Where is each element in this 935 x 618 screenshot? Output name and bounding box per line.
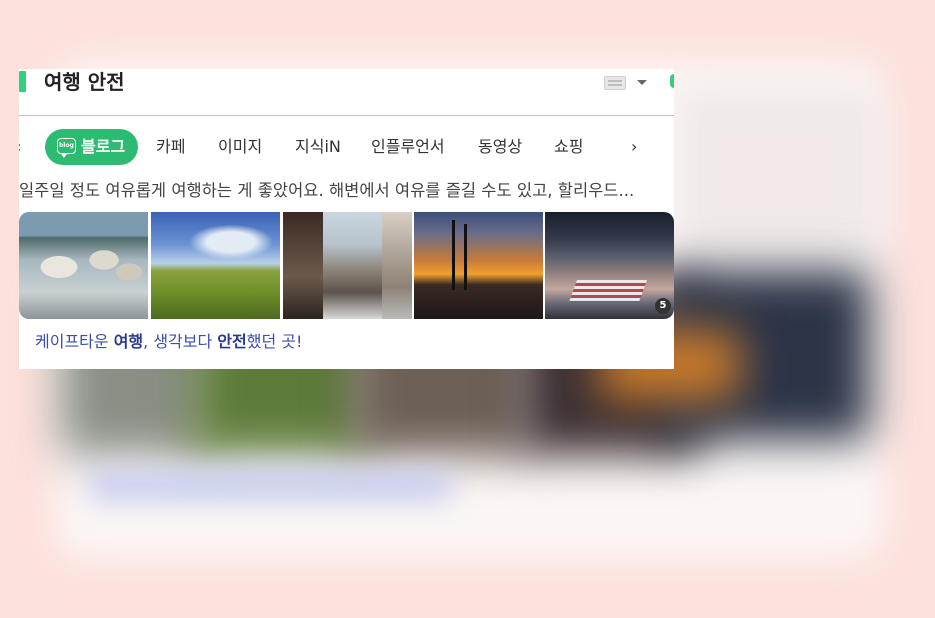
search-tabs: ‹ blog 블로그 카페 이미지 지식iN 인플루언서 동영상 쇼핑 › xyxy=(19,129,674,165)
blog-icon: blog xyxy=(57,138,76,158)
tab-blog[interactable]: blog 블로그 xyxy=(45,129,138,165)
tab-influencer[interactable]: 인플루언서 xyxy=(371,129,445,165)
thumbnail-strip: 5 xyxy=(19,212,674,319)
search-result-panel: 여행 안전 ‹ blog 블로그 카페 이미지 지식iN 인플루언서 동영상 쇼… xyxy=(19,69,674,369)
result-title-link[interactable]: 케이프타운 여행, 생각보다 안전했던 곳! xyxy=(35,331,302,353)
chevron-down-icon[interactable] xyxy=(637,80,647,85)
keyboard-icon[interactable] xyxy=(604,76,626,90)
chevron-right-icon[interactable]: › xyxy=(631,137,647,157)
blurred-area xyxy=(680,90,880,250)
search-button[interactable] xyxy=(670,74,674,88)
thumbnail-street[interactable] xyxy=(283,212,412,319)
tab-cafe[interactable]: 카페 xyxy=(156,129,185,165)
tab-shopping[interactable]: 쇼핑 xyxy=(554,129,583,165)
accent-bar xyxy=(19,71,26,92)
tab-label: 블로그 xyxy=(81,137,126,156)
search-query-title: 여행 안전 xyxy=(44,70,125,94)
blurred-link xyxy=(90,470,450,500)
link-text: 케이프타운 xyxy=(35,332,114,351)
link-highlight: 여행 xyxy=(113,332,144,351)
thumbnail-horses[interactable] xyxy=(19,212,148,319)
link-text: , 생각보다 xyxy=(143,332,218,351)
thumbnail-sunset[interactable] xyxy=(414,212,543,319)
link-text: 했던 곳! xyxy=(246,332,303,351)
result-snippet[interactable]: 일주일 정도 여유롭게 여행하는 게 좋았어요. 해변에서 여유를 즐길 수도 … xyxy=(19,180,674,202)
link-highlight: 안전 xyxy=(217,332,247,351)
thumbnail-stadium[interactable]: 5 xyxy=(545,212,674,319)
tab-images[interactable]: 이미지 xyxy=(218,129,262,165)
image-count-badge: 5 xyxy=(655,298,671,314)
chevron-left-icon[interactable]: ‹ xyxy=(19,137,29,157)
tab-video[interactable]: 동영상 xyxy=(478,129,522,165)
tab-knowledge-in[interactable]: 지식iN xyxy=(295,129,341,165)
search-header: 여행 안전 xyxy=(19,69,674,116)
thumbnail-field[interactable] xyxy=(151,212,280,319)
